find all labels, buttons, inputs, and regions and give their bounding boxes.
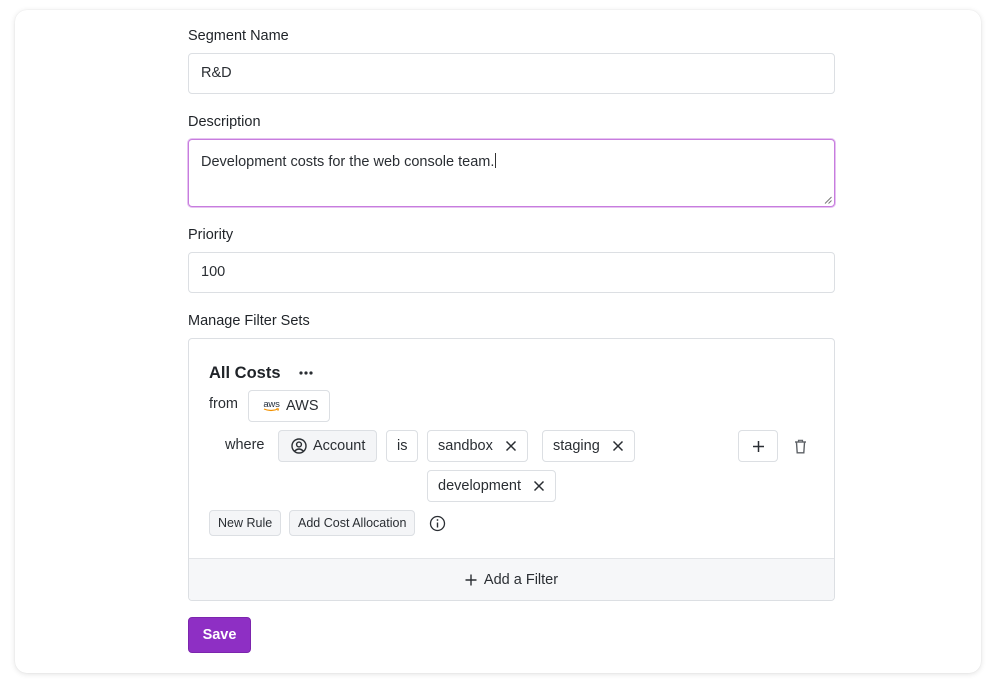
operator-label: is bbox=[397, 438, 408, 454]
provider-chip[interactable]: aws AWS bbox=[248, 390, 330, 422]
add-filter-label: Add a Filter bbox=[483, 571, 559, 588]
value-label: development bbox=[438, 478, 522, 494]
resize-grip-icon[interactable] bbox=[824, 196, 832, 204]
provider-name: AWS bbox=[286, 398, 319, 414]
delete-rule-button[interactable] bbox=[789, 435, 811, 457]
value-chip-sandbox[interactable]: sandbox bbox=[427, 430, 528, 462]
dimension-chip[interactable]: Account bbox=[278, 430, 378, 462]
value-chip-staging[interactable]: staging bbox=[542, 430, 635, 462]
aws-logo: aws bbox=[263, 398, 280, 412]
value-chip-development[interactable]: development bbox=[427, 470, 557, 502]
segment-name-input[interactable]: R&D bbox=[188, 53, 835, 94]
value-label: staging bbox=[553, 438, 600, 454]
filter-set-title: All Costs bbox=[209, 364, 281, 382]
description-label: Description bbox=[188, 114, 261, 130]
user-circle-icon bbox=[291, 438, 307, 454]
operator-chip[interactable]: is bbox=[386, 430, 419, 462]
value-label: sandbox bbox=[438, 438, 493, 454]
priority-label: Priority bbox=[188, 227, 234, 243]
from-label: from bbox=[209, 396, 238, 412]
add-filter-button[interactable]: Add a Filter bbox=[189, 558, 834, 600]
save-button[interactable]: Save bbox=[188, 617, 251, 653]
filter-set-panel: All Costs from aws AWS where Account is … bbox=[188, 338, 835, 601]
text-caret bbox=[495, 153, 497, 168]
close-icon[interactable] bbox=[612, 440, 624, 452]
trash-icon bbox=[794, 439, 806, 453]
segment-name-label: Segment Name bbox=[188, 28, 289, 44]
where-label: where bbox=[225, 437, 265, 453]
close-icon[interactable] bbox=[505, 440, 517, 452]
add-value-button[interactable] bbox=[738, 430, 778, 462]
close-icon[interactable] bbox=[533, 480, 545, 492]
description-textarea[interactable]: Development costs for the web console te… bbox=[188, 139, 835, 207]
dimension-label: Account bbox=[313, 438, 366, 454]
priority-input[interactable]: 100 bbox=[188, 252, 835, 293]
add-cost-allocation-button[interactable]: Add Cost Allocation bbox=[289, 510, 416, 536]
more-horizontal-icon[interactable] bbox=[297, 361, 315, 385]
description-text: Development costs for the web console te… bbox=[201, 154, 495, 170]
info-icon[interactable] bbox=[429, 514, 446, 532]
plus-icon bbox=[752, 440, 764, 452]
new-rule-button[interactable]: New Rule bbox=[209, 510, 282, 536]
segment-form-card: Segment Name R&D Description Development… bbox=[15, 10, 981, 673]
filter-sets-label: Manage Filter Sets bbox=[188, 313, 310, 329]
plus-icon bbox=[465, 574, 477, 585]
